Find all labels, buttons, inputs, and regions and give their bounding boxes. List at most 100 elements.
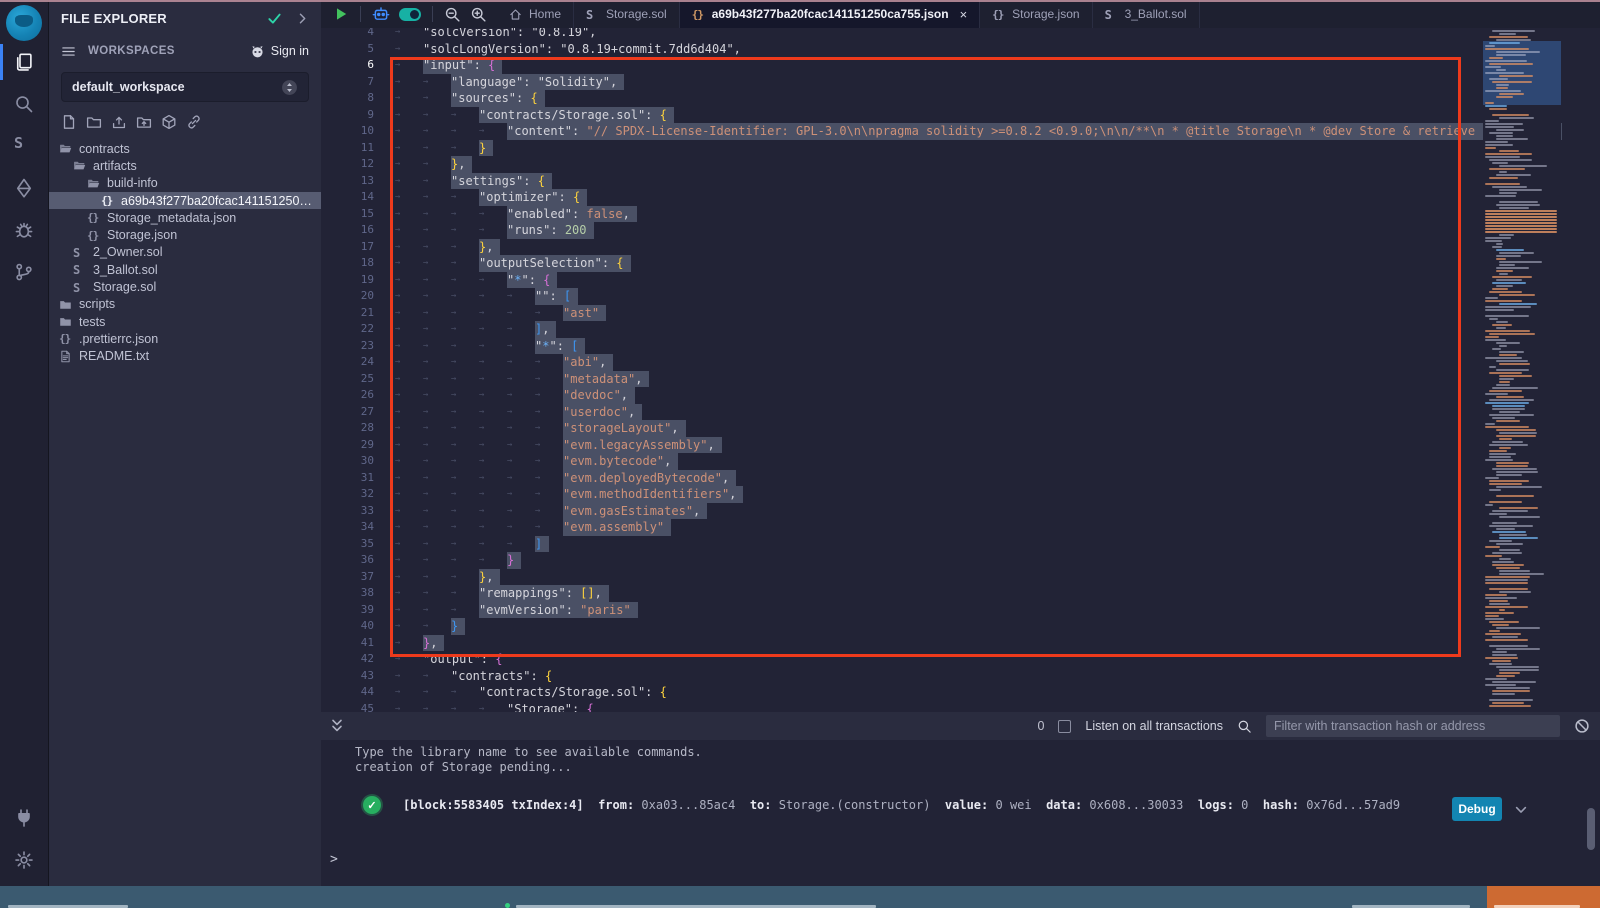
ai-assistant-icon[interactable]	[372, 5, 390, 23]
sign-in-button[interactable]: Sign in	[250, 44, 309, 59]
tree-item-build-info[interactable]: build-info	[49, 175, 321, 192]
code-line-14[interactable]: 14→→→"optimizer": {	[321, 189, 1600, 206]
tree-item-a69b43f277ba20fcac141151250ca7-[interactable]: {}a69b43f277ba20fcac141151250ca7...	[49, 192, 321, 209]
code-line-30[interactable]: 30→→→→→→"evm.bytecode",	[321, 453, 1600, 470]
tree-item-storage-json[interactable]: {}Storage.json	[49, 226, 321, 243]
tab-3-ballot-sol[interactable]: S3_Ballot.sol	[1093, 0, 1200, 28]
remix-logo[interactable]	[6, 5, 42, 41]
code-line-28[interactable]: 28→→→→→→"storageLayout",	[321, 420, 1600, 437]
code-line-36[interactable]: 36→→→→}	[321, 552, 1600, 569]
code-line-39[interactable]: 39→→→"evmVersion": "paris"	[321, 602, 1600, 619]
code-line-6[interactable]: 6→"input": {	[321, 57, 1600, 74]
code-line-8[interactable]: 8→→"sources": {	[321, 90, 1600, 107]
code-line-5[interactable]: 5→"solcLongVersion": "0.8.19+commit.7dd6…	[321, 41, 1600, 58]
code-line-33[interactable]: 33→→→→→→"evm.gasEstimates",	[321, 503, 1600, 520]
code-editor[interactable]: 4→"solcVersion": "0.8.19",5→"solcLongVer…	[321, 28, 1600, 712]
code-line-25[interactable]: 25→→→→→→"metadata",	[321, 371, 1600, 388]
upload-folder-icon[interactable]	[136, 114, 152, 130]
code-line-35[interactable]: 35→→→→→]	[321, 536, 1600, 553]
tree-item-artifacts[interactable]: artifacts	[49, 157, 321, 174]
code-line-32[interactable]: 32→→→→→→"evm.methodIdentifiers",	[321, 486, 1600, 503]
tab-whitespace: →	[423, 453, 451, 470]
code-line-29[interactable]: 29→→→→→→"evm.legacyAssembly",	[321, 437, 1600, 454]
double-chevron-down-icon[interactable]	[329, 718, 345, 734]
code-line-40[interactable]: 40→→}	[321, 618, 1600, 635]
workspace-select[interactable]: default_workspace	[61, 72, 309, 102]
tab-storage-json[interactable]: {}Storage.json	[980, 0, 1092, 28]
code-line-21[interactable]: 21→→→→→→"ast"	[321, 305, 1600, 322]
new-folder-icon[interactable]	[86, 114, 102, 130]
line-content: →"output": {	[395, 651, 502, 668]
code-line-38[interactable]: 38→→→"remappings": [],	[321, 585, 1600, 602]
tree-item--prettierrc-json[interactable]: {}.prettierrc.json	[49, 330, 321, 347]
toggle-icon[interactable]	[399, 8, 421, 21]
transaction-log-row[interactable]: ✓ [block:5583405 txIndex:4] from: 0xa03.…	[363, 796, 1400, 814]
tab-home[interactable]: Home	[497, 0, 574, 28]
code-line-11[interactable]: 11→→→}	[321, 140, 1600, 157]
code-line-22[interactable]: 22→→→→→],	[321, 321, 1600, 338]
tree-item-storage-metadata-json[interactable]: {}Storage_metadata.json	[49, 209, 321, 226]
code-line-10[interactable]: 10→→→→"content": "// SPDX-License-Identi…	[321, 123, 1600, 140]
chevron-right-icon[interactable]	[296, 12, 309, 25]
activity-item-debugger-icon[interactable]	[0, 209, 48, 251]
activity-item-file-explorer-icon[interactable]	[0, 41, 48, 83]
code-line-26[interactable]: 26→→→→→→"devdoc",	[321, 387, 1600, 404]
tree-item-2-owner-sol[interactable]: S2_Owner.sol	[49, 244, 321, 261]
code-line-9[interactable]: 9→→→"contracts/Storage.sol": {	[321, 107, 1600, 124]
zoom-in-icon[interactable]	[470, 6, 487, 23]
box-icon[interactable]	[161, 114, 177, 130]
upload-file-icon[interactable]	[111, 114, 127, 130]
new-file-icon[interactable]	[61, 114, 77, 130]
clear-console-icon[interactable]	[1574, 718, 1590, 734]
code-line-16[interactable]: 16→→→→"runs": 200	[321, 222, 1600, 239]
tree-item-readme-txt[interactable]: README.txt	[49, 348, 321, 365]
token: 200	[565, 223, 587, 237]
code-line-27[interactable]: 27→→→→→→"userdoc",	[321, 404, 1600, 421]
run-script-icon[interactable]	[333, 6, 349, 22]
code-line-4[interactable]: 4→"solcVersion": "0.8.19",	[321, 28, 1600, 41]
code-line-19[interactable]: 19→→→→"*": {	[321, 272, 1600, 289]
close-icon[interactable]: ×	[960, 7, 968, 22]
code-line-20[interactable]: 20→→→→→"": [	[321, 288, 1600, 305]
terminal-scrollbar[interactable]	[1587, 808, 1595, 850]
code-line-13[interactable]: 13→→"settings": {	[321, 173, 1600, 190]
code-line-44[interactable]: 44→→→"contracts/Storage.sol": {	[321, 684, 1600, 701]
activity-item-deploy-run-icon[interactable]	[0, 167, 48, 209]
code-line-41[interactable]: 41→},	[321, 635, 1600, 652]
minimap[interactable]	[1483, 28, 1561, 712]
tree-item-storage-sol[interactable]: SStorage.sol	[49, 278, 321, 295]
code-line-17[interactable]: 17→→→},	[321, 239, 1600, 256]
activity-item-search-icon[interactable]	[0, 83, 48, 125]
tree-item-contracts[interactable]: contracts	[49, 140, 321, 157]
transaction-filter-input[interactable]	[1266, 715, 1560, 737]
code-line-31[interactable]: 31→→→→→→"evm.deployedBytecode",	[321, 470, 1600, 487]
activity-item-plugin-manager-icon[interactable]	[0, 802, 48, 834]
activity-item-solidity-compiler-icon[interactable]: S	[0, 125, 48, 167]
tab-storage-sol[interactable]: SStorage.sol	[574, 0, 680, 28]
code-line-34[interactable]: 34→→→→→→"evm.assembly"	[321, 519, 1600, 536]
code-line-12[interactable]: 12→→},	[321, 156, 1600, 173]
tree-item-scripts[interactable]: scripts	[49, 296, 321, 313]
debug-button[interactable]: Debug	[1452, 797, 1502, 821]
zoom-out-icon[interactable]	[444, 6, 461, 23]
chevron-down-icon[interactable]	[1514, 803, 1528, 817]
link-icon[interactable]	[186, 114, 202, 130]
tab-a69b43f277ba20fcac141151250ca755-json[interactable]: {}a69b43f277ba20fcac141151250ca755.json×	[680, 0, 980, 28]
code-line-18[interactable]: 18→→→"outputSelection": {	[321, 255, 1600, 272]
terminal-prompt[interactable]: >	[330, 852, 338, 867]
code-line-37[interactable]: 37→→→},	[321, 569, 1600, 586]
search-icon[interactable]	[1237, 719, 1252, 734]
code-line-7[interactable]: 7→→"language": "Solidity",	[321, 74, 1600, 91]
tree-item-tests[interactable]: tests	[49, 313, 321, 330]
hamburger-menu-icon[interactable]	[61, 44, 76, 59]
tree-item-3-ballot-sol[interactable]: S3_Ballot.sol	[49, 261, 321, 278]
code-line-15[interactable]: 15→→→→"enabled": false,	[321, 206, 1600, 223]
code-line-24[interactable]: 24→→→→→→"abi",	[321, 354, 1600, 371]
code-line-42[interactable]: 42→"output": {	[321, 651, 1600, 668]
code-line-23[interactable]: 23→→→→→"*": [	[321, 338, 1600, 355]
activity-item-settings-icon[interactable]	[0, 844, 48, 876]
activity-item-git-icon[interactable]	[0, 251, 48, 293]
code-line-43[interactable]: 43→→"contracts": {	[321, 668, 1600, 685]
code-line-45[interactable]: 45→→→→"Storage": {	[321, 701, 1600, 713]
listen-checkbox[interactable]	[1058, 720, 1071, 733]
